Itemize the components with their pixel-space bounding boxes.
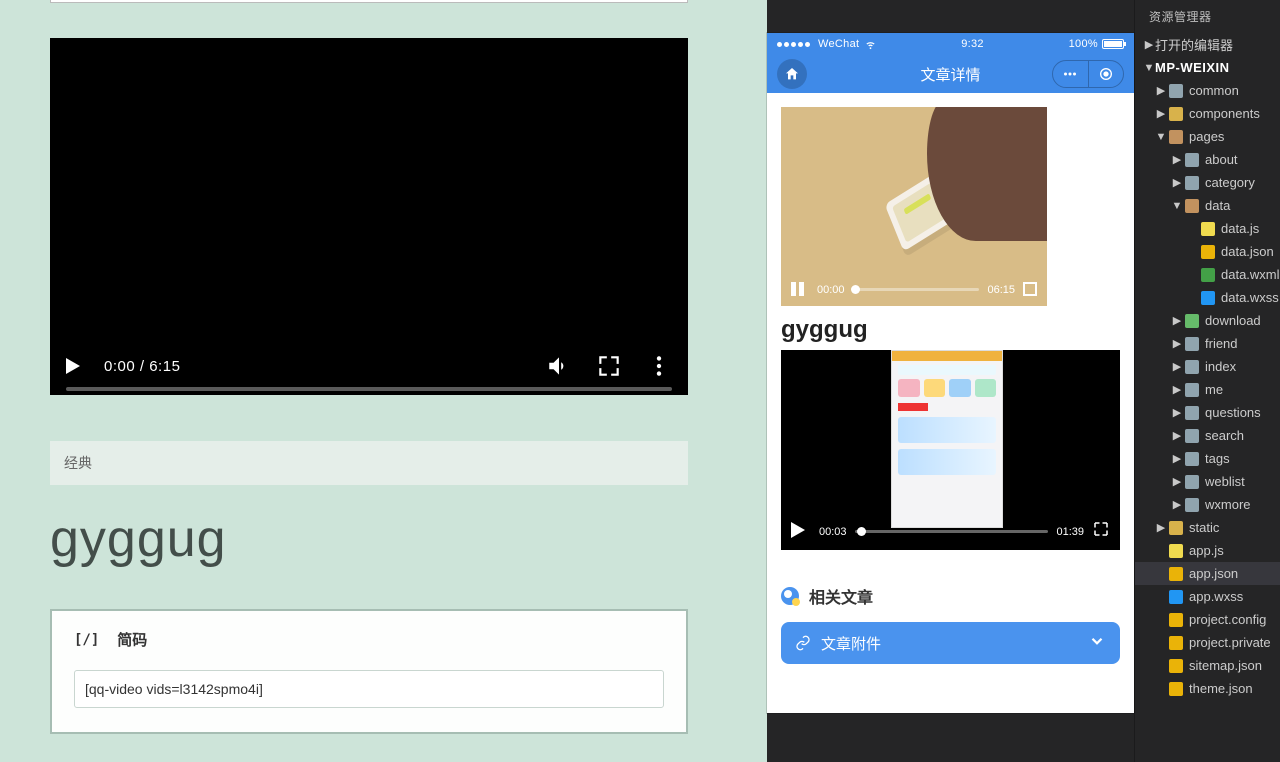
folder-weblist[interactable]: ▶weblist: [1135, 470, 1280, 493]
play-icon[interactable]: [66, 358, 80, 374]
phone-statusbar: WeChat 9:32 100%: [767, 33, 1134, 55]
file-project-private[interactable]: project.private: [1135, 631, 1280, 654]
pause-icon[interactable]: [791, 282, 809, 296]
article-video-2[interactable]: 00:03 01:39: [781, 350, 1120, 550]
carrier-label: WeChat: [818, 38, 859, 50]
status-time: 9:32: [961, 38, 984, 50]
file-sitemap-json[interactable]: sitemap.json: [1135, 654, 1280, 677]
chevron-down-icon: [1088, 632, 1106, 654]
shortcode-box: [/] 简码: [50, 609, 688, 734]
file-data-json[interactable]: data.json: [1135, 240, 1280, 263]
file-data-js[interactable]: data.js: [1135, 217, 1280, 240]
signal-icon: [777, 38, 812, 50]
folder-me[interactable]: ▶me: [1135, 378, 1280, 401]
related-articles-header: 相关文章: [767, 584, 1134, 608]
folder-index[interactable]: ▶index: [1135, 355, 1280, 378]
video2-duration: 01:39: [1056, 526, 1084, 538]
shortcode-icon: [/]: [74, 632, 99, 648]
folder-pages[interactable]: ▼pages: [1135, 125, 1280, 148]
file-data-wxml[interactable]: data.wxml: [1135, 263, 1280, 286]
home-button[interactable]: [777, 59, 807, 89]
file-project-config[interactable]: project.config: [1135, 608, 1280, 631]
capsule-menu-icon[interactable]: [1053, 61, 1088, 87]
video-current: 0:00: [104, 358, 135, 375]
simulator-panel: WeChat 9:32 100% 文章详情: [767, 0, 1134, 762]
attachment-label: 文章附件: [821, 633, 881, 654]
phone-content: 00:00 06:15 gyggug 00:03: [767, 93, 1134, 564]
file-app-js[interactable]: app.js: [1135, 539, 1280, 562]
volume-icon[interactable]: [546, 353, 572, 379]
folder-data[interactable]: ▼data: [1135, 194, 1280, 217]
section-label: 打开的编辑器: [1155, 35, 1233, 54]
editor-left-panel: 0:00 / 6:15 经典 gyggug [/] 简码: [0, 0, 767, 762]
tag-box[interactable]: 经典: [50, 441, 688, 485]
battery-label: 100%: [1069, 38, 1098, 50]
root-label: MP-WEIXIN: [1155, 60, 1230, 75]
folder-search[interactable]: ▶search: [1135, 424, 1280, 447]
article-video-1[interactable]: 00:00 06:15: [781, 107, 1047, 306]
section-open-editors[interactable]: ▶打开的编辑器: [1135, 33, 1280, 56]
video1-duration: 06:15: [987, 284, 1015, 296]
page-title: gyggug: [50, 509, 767, 569]
file-data-wxss[interactable]: data.wxss: [1135, 286, 1280, 309]
video-time: 0:00 / 6:15: [104, 358, 180, 375]
folder-questions[interactable]: ▶questions: [1135, 401, 1280, 424]
related-label: 相关文章: [809, 584, 873, 608]
video-progress-track[interactable]: [66, 387, 672, 391]
file-theme-json[interactable]: theme.json: [1135, 677, 1280, 700]
capsule-button[interactable]: [1052, 60, 1124, 88]
shortcode-input[interactable]: [74, 670, 664, 708]
folder-friend[interactable]: ▶friend: [1135, 332, 1280, 355]
explorer-panel: 资源管理器 ▶打开的编辑器 ▼MP-WEIXIN ▶common ▶compon…: [1134, 0, 1280, 762]
folder-wxmore[interactable]: ▶wxmore: [1135, 493, 1280, 516]
folder-about[interactable]: ▶about: [1135, 148, 1280, 171]
explorer-title: 资源管理器: [1135, 0, 1280, 33]
fullscreen-icon[interactable]: [596, 353, 622, 379]
capsule-close-icon[interactable]: [1089, 61, 1124, 87]
attachment-icon: [795, 635, 811, 651]
video1-track[interactable]: [853, 288, 980, 291]
more-icon[interactable]: [646, 353, 672, 379]
related-icon: [781, 587, 799, 605]
fullscreen-icon[interactable]: [1092, 520, 1110, 538]
folder-download[interactable]: ▶download: [1135, 309, 1280, 332]
file-app-json[interactable]: app.json: [1135, 562, 1280, 585]
video2-track[interactable]: [855, 530, 1049, 533]
battery-icon: [1102, 39, 1124, 49]
video-duration: 6:15: [149, 358, 180, 375]
video2-frame-screenshot: [891, 350, 1003, 528]
file-app-wxss[interactable]: app.wxss: [1135, 585, 1280, 608]
top-collapsed-box: [50, 0, 688, 3]
play-icon[interactable]: [791, 522, 805, 538]
folder-tags[interactable]: ▶tags: [1135, 447, 1280, 470]
fullscreen-icon[interactable]: [1023, 282, 1037, 296]
folder-components[interactable]: ▶components: [1135, 102, 1280, 125]
desktop-video-player[interactable]: 0:00 / 6:15: [50, 38, 688, 395]
phone-frame: WeChat 9:32 100% 文章详情: [767, 33, 1134, 713]
wifi-icon: [865, 39, 876, 50]
video2-current: 00:03: [819, 526, 847, 538]
folder-common[interactable]: ▶common: [1135, 79, 1280, 102]
navbar-title: 文章详情: [920, 64, 980, 85]
folder-static[interactable]: ▶static: [1135, 516, 1280, 539]
shortcode-label: 简码: [117, 629, 147, 650]
attachment-bar[interactable]: 文章附件: [781, 622, 1120, 664]
phone-navbar: 文章详情: [767, 55, 1134, 93]
video1-current: 00:00: [817, 284, 845, 296]
folder-category[interactable]: ▶category: [1135, 171, 1280, 194]
section-root[interactable]: ▼MP-WEIXIN: [1135, 56, 1280, 79]
article-title: gyggug: [781, 316, 1120, 344]
